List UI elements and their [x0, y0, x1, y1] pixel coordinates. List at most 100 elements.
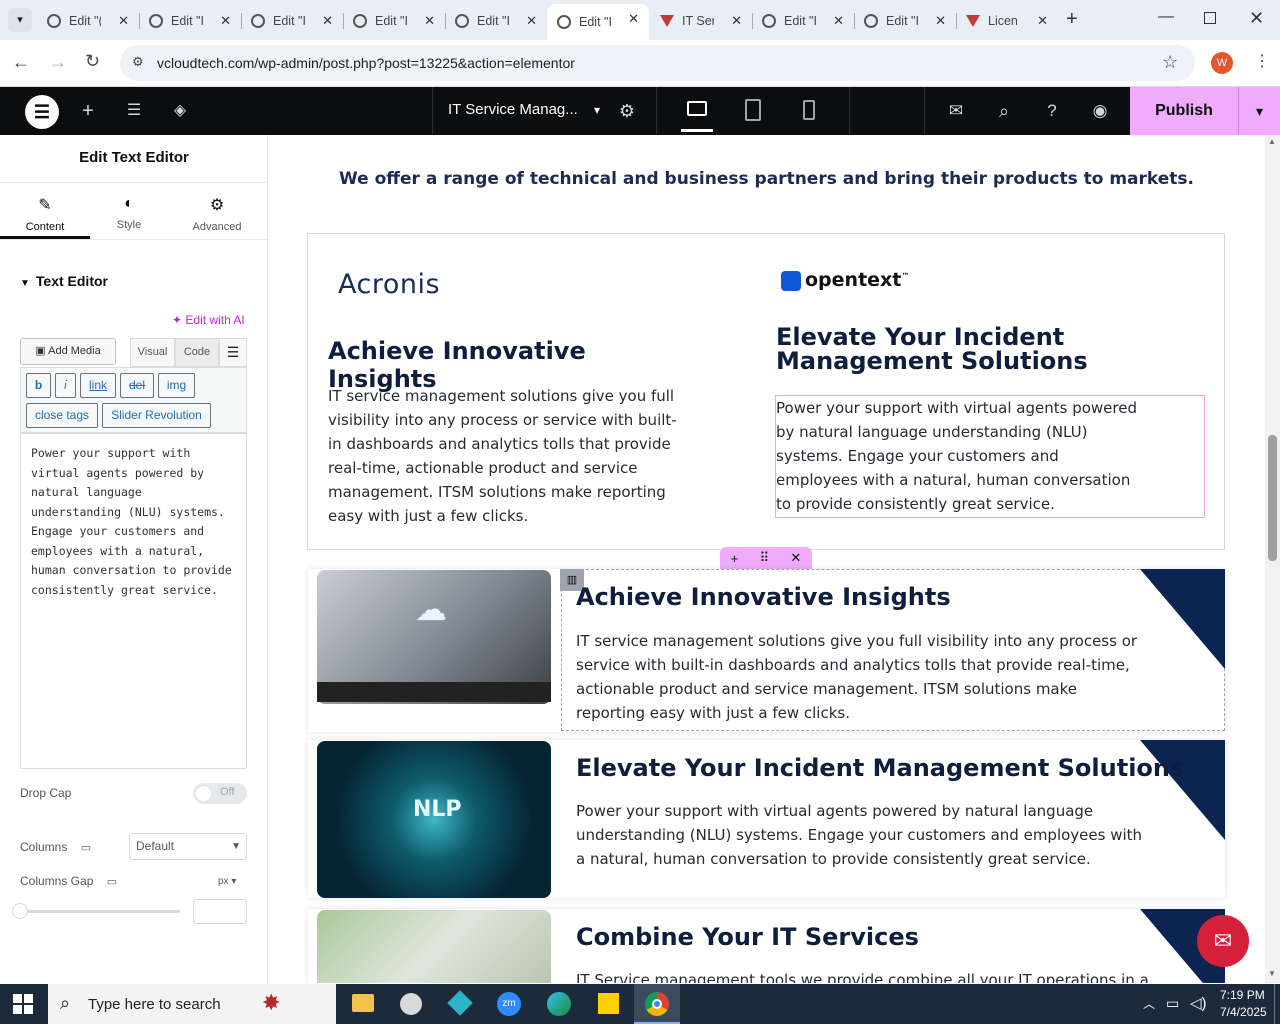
scrollbar-thumb[interactable]: [1268, 435, 1277, 561]
quicktag-italic[interactable]: i: [55, 373, 76, 398]
tab-advanced[interactable]: ⚙ Advanced: [172, 183, 262, 239]
browser-tab[interactable]: Edit "I ✕: [139, 6, 241, 36]
partner-right-text[interactable]: Power your support with virtual agents p…: [776, 396, 1144, 516]
columns-gap-input[interactable]: [193, 899, 247, 924]
paint-app-icon[interactable]: [400, 993, 422, 1015]
tray-chevron-icon[interactable]: ︿: [1143, 995, 1155, 1012]
clock-time[interactable]: 7:19 PM: [1220, 988, 1265, 1002]
browser-tab[interactable]: Edit "I ✕: [445, 6, 547, 36]
tab-search-chevron-icon[interactable]: ▾: [8, 8, 32, 32]
site-info-icon[interactable]: ⚙: [132, 54, 144, 70]
desktop-view-icon[interactable]: [687, 101, 707, 116]
bookmark-star-icon[interactable]: ☆: [1162, 52, 1178, 73]
notifications-icon[interactable]: [1274, 984, 1280, 1024]
network-icon[interactable]: ▭: [1166, 995, 1179, 1012]
new-tab-plus-icon[interactable]: +: [1066, 8, 1078, 31]
tablet-view-icon[interactable]: [745, 99, 761, 121]
windows-start-icon[interactable]: [13, 994, 33, 1014]
browser-tab[interactable]: Licen ✕: [956, 6, 1058, 36]
forward-arrow-icon[interactable]: →: [49, 52, 67, 73]
browser-tab[interactable]: Edit "I ✕: [752, 6, 854, 36]
visual-tab[interactable]: Visual: [130, 338, 175, 367]
restore-icon[interactable]: [1204, 12, 1216, 24]
reload-icon[interactable]: ↻: [85, 51, 100, 72]
tab-content[interactable]: ✎ Content: [0, 183, 90, 239]
quicktag-slider-revolution[interactable]: Slider Revolution: [102, 403, 211, 428]
publish-options-chevron-icon[interactable]: ▾: [1238, 87, 1280, 135]
columns-gap-unit[interactable]: px ▾: [218, 876, 236, 887]
mobile-view-icon[interactable]: [803, 100, 815, 120]
tab-close-icon[interactable]: ✕: [118, 13, 129, 29]
profile-avatar[interactable]: W: [1211, 52, 1233, 74]
add-section-plus-icon[interactable]: +: [731, 551, 739, 566]
elementor-logo-icon[interactable]: ☰: [25, 95, 59, 129]
chrome-active-highlight[interactable]: [634, 984, 680, 1024]
back-arrow-icon[interactable]: ←: [12, 52, 30, 73]
chat-bubble-button[interactable]: ✉: [1197, 915, 1249, 967]
tab-close-icon[interactable]: ✕: [731, 13, 742, 29]
app-diamond-icon[interactable]: [447, 990, 473, 1016]
sticky-notes-icon[interactable]: [598, 993, 619, 1014]
canvas-scrollbar[interactable]: ▲ ▼: [1265, 135, 1280, 983]
tab-close-icon[interactable]: ✕: [322, 13, 333, 29]
browser-tab[interactable]: Edit "I ✕: [241, 6, 343, 36]
drop-cap-toggle[interactable]: Off: [193, 783, 247, 804]
structure-layers-icon[interactable]: ◈: [168, 99, 192, 123]
edit-with-ai-button[interactable]: ✦ Edit with AI: [172, 313, 245, 327]
quicktag-img[interactable]: img: [158, 373, 195, 398]
url-text[interactable]: vcloudtech.com/wp-admin/post.php?post=13…: [157, 55, 575, 71]
search-icon[interactable]: ⌕: [992, 99, 1016, 123]
decorative-corner: [1140, 569, 1225, 669]
delete-section-close-icon[interactable]: ✕: [790, 550, 801, 566]
add-media-button[interactable]: ▣ Add Media: [20, 338, 116, 365]
publish-button[interactable]: Publish: [1130, 87, 1238, 135]
chevron-down-icon: ▾: [593, 103, 600, 117]
tab-close-icon[interactable]: ✕: [424, 13, 435, 29]
minimize-icon[interactable]: —: [1158, 8, 1174, 26]
columns-gap-slider-handle[interactable]: [12, 903, 28, 919]
tab-close-icon[interactable]: ✕: [833, 13, 844, 29]
tab-close-icon[interactable]: ✕: [526, 13, 537, 29]
browser-tab[interactable]: Edit "(✕: [37, 6, 139, 36]
tab-close-icon[interactable]: ✕: [220, 13, 231, 29]
site-settings-sliders-icon[interactable]: ☰: [122, 99, 146, 123]
scroll-up-arrow-icon[interactable]: ▲: [1268, 137, 1276, 146]
page-settings-gear-icon[interactable]: ⚙: [615, 99, 639, 123]
close-window-icon[interactable]: ✕: [1249, 8, 1264, 29]
quicktag-close-tags[interactable]: close tags: [26, 403, 98, 428]
browser-tab[interactable]: IT Ser ✕: [650, 6, 752, 36]
scroll-down-arrow-icon[interactable]: ▼: [1268, 969, 1276, 978]
file-explorer-icon[interactable]: [352, 994, 374, 1012]
edge-browser-icon[interactable]: [547, 992, 571, 1016]
browser-tab[interactable]: Edit "I ✕: [547, 4, 649, 40]
drag-handle-icon[interactable]: ⠿: [760, 550, 770, 566]
help-icon[interactable]: ?: [1040, 99, 1064, 123]
columns-select[interactable]: Default ▼: [129, 833, 247, 860]
preview-eye-icon[interactable]: ◉: [1088, 99, 1112, 123]
tab-close-icon[interactable]: ✕: [628, 11, 639, 27]
section-handle[interactable]: + ⠿ ✕: [720, 547, 812, 569]
omnibox[interactable]: ⚙ vcloudtech.com/wp-admin/post.php?post=…: [120, 45, 1195, 81]
columns-gap-slider-track[interactable]: [20, 910, 180, 913]
section-toggle[interactable]: ▼ Text Editor: [20, 273, 108, 289]
quicktag-bold[interactable]: b: [26, 373, 51, 398]
tab-close-icon[interactable]: ✕: [935, 13, 946, 29]
taskbar-search-box[interactable]: ⌕ Type here to search ✸: [48, 984, 336, 1024]
browser-tab[interactable]: Edit "I ✕: [343, 6, 445, 36]
code-tab[interactable]: Code: [175, 338, 219, 367]
quicktag-del[interactable]: del: [120, 373, 154, 398]
tab-close-icon[interactable]: ✕: [1037, 13, 1048, 29]
volume-icon[interactable]: ◁): [1190, 994, 1207, 1012]
notifications-megaphone-icon[interactable]: ✉: [944, 99, 968, 123]
add-element-plus-icon[interactable]: +: [76, 99, 100, 123]
page-title-dropdown[interactable]: IT Service Manag... ▾: [448, 101, 600, 118]
zoom-app-icon[interactable]: zm: [497, 992, 521, 1016]
clock-date[interactable]: 7/4/2025: [1220, 1005, 1267, 1019]
toolbar-toggle-icon[interactable]: ☰: [219, 338, 247, 367]
browser-menu-icon[interactable]: ⋮: [1254, 51, 1270, 71]
code-editor-textarea[interactable]: Power your support with virtual agents p…: [20, 433, 247, 769]
browser-tab[interactable]: Edit "I ✕: [854, 6, 956, 36]
quicktag-link[interactable]: link: [80, 373, 116, 398]
tab-style[interactable]: ◐ Style: [84, 183, 174, 239]
cloud-hand-image: ☁: [317, 570, 551, 704]
